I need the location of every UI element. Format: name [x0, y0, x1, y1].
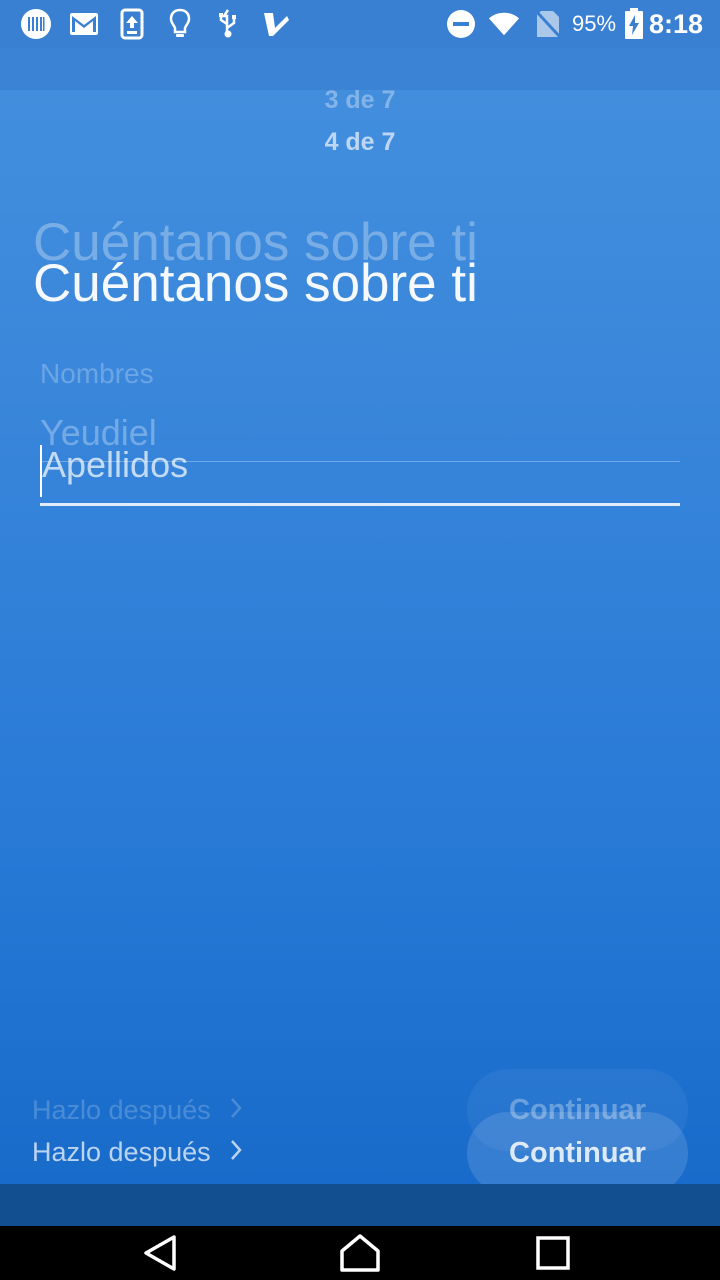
wifi-icon: [488, 8, 520, 40]
apellidos-underline: [40, 503, 680, 506]
status-bar: 95% 8:18: [0, 0, 720, 48]
back-icon[interactable]: [120, 1226, 200, 1280]
lightbulb-icon: [164, 8, 196, 40]
skip-link-ghost: Hazlo después: [32, 1095, 243, 1126]
upload-icon: [116, 8, 148, 40]
do-not-disturb-icon: [445, 8, 477, 40]
apellidos-placeholder: Apellidos: [42, 444, 189, 485]
navigation-bar: [0, 1226, 720, 1280]
step-indicator-previous: 3 de 7: [324, 86, 396, 114]
battery-charging-icon: [618, 8, 650, 40]
continue-button[interactable]: Continuar: [467, 1112, 688, 1194]
bottom-band: [0, 1184, 720, 1226]
nombres-label: Nombres: [40, 358, 154, 389]
no-sim-icon: [532, 8, 564, 40]
skip-link[interactable]: Hazlo después: [32, 1137, 243, 1168]
home-icon[interactable]: [320, 1226, 400, 1280]
step-indicator: 4 de 7: [324, 128, 396, 156]
gmail-icon: [68, 8, 100, 40]
checkmark-app-icon: [260, 8, 292, 40]
recents-icon[interactable]: [513, 1226, 593, 1280]
battery-percent: 95%: [572, 11, 617, 36]
page-title: Cuéntanos sobre ti: [33, 254, 478, 313]
header-band: [0, 48, 720, 90]
chevron-right-icon: [229, 1137, 243, 1168]
skip-link-label: Hazlo después: [32, 1095, 211, 1125]
chevron-right-icon: [229, 1095, 243, 1126]
clock: 8:18: [649, 9, 704, 39]
screen: 95% 8:18 3 de 7 4 de 7 Cuéntanos sobre t…: [0, 0, 720, 1226]
apellidos-input[interactable]: Apellidos: [40, 440, 680, 508]
skip-link-label: Hazlo después: [32, 1137, 211, 1167]
barcode-app-icon: [20, 8, 52, 40]
usb-icon: [212, 8, 244, 40]
